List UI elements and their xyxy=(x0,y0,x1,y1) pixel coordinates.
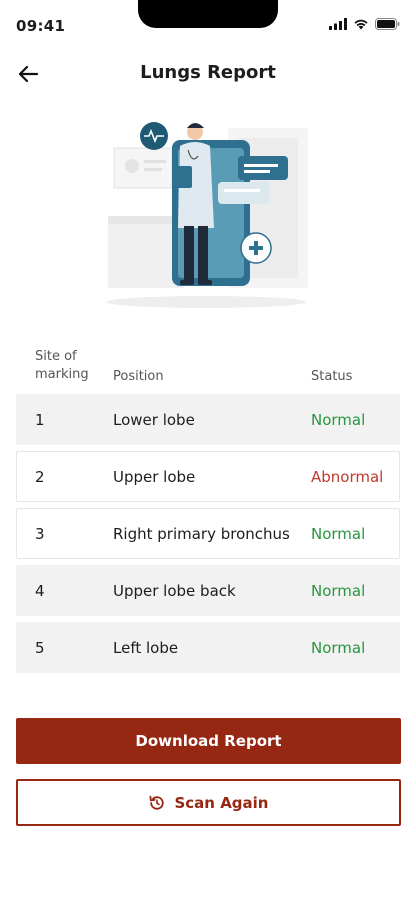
column-header-site: Site of marking xyxy=(35,349,89,382)
position-name: Upper lobe back xyxy=(113,582,236,600)
scan-again-label: Scan Again xyxy=(174,793,269,812)
status-time: 09:41 xyxy=(16,17,66,35)
page-title: Lungs Report xyxy=(140,62,276,83)
lungs-report-table: Site of marking Position Status 1 Lower … xyxy=(16,340,400,679)
table-row[interactable]: 4 Upper lobe back Normal xyxy=(16,565,400,616)
refresh-icon xyxy=(149,795,165,810)
status-value: Normal xyxy=(311,639,366,657)
position-name: Upper lobe xyxy=(113,468,196,486)
table-row[interactable]: 1 Lower lobe Normal xyxy=(16,394,400,445)
download-report-label: Download Report xyxy=(135,732,282,750)
column-header-position: Position xyxy=(113,369,164,384)
site-number: 1 xyxy=(35,411,45,429)
status-value: Abnormal xyxy=(311,468,384,486)
site-number: 2 xyxy=(35,468,45,486)
table-row[interactable]: 3 Right primary bronchus Normal xyxy=(16,508,400,559)
position-name: Right primary bronchus xyxy=(113,525,290,543)
status-value: Normal xyxy=(311,582,366,600)
status-value: Normal xyxy=(311,411,366,429)
wifi-icon xyxy=(354,19,368,30)
battery-icon xyxy=(375,18,400,30)
scan-again-button[interactable]: Scan Again xyxy=(16,779,401,826)
status-icons xyxy=(329,18,400,30)
table-row[interactable]: 2 Upper lobe Abnormal xyxy=(16,451,400,502)
doctor-illustration xyxy=(100,116,316,312)
download-report-button[interactable]: Download Report xyxy=(16,718,401,764)
site-number: 5 xyxy=(35,639,45,657)
cellular-signal-icon xyxy=(329,18,347,30)
position-name: Left lobe xyxy=(113,639,179,657)
table-header: Site of marking Position Status xyxy=(16,340,400,394)
status-bar: 09:41 xyxy=(0,0,416,52)
position-name: Lower lobe xyxy=(113,411,195,429)
device-notch xyxy=(138,0,278,28)
status-value: Normal xyxy=(311,525,366,543)
site-number: 3 xyxy=(35,525,45,543)
app-header: Lungs Report xyxy=(0,52,416,96)
site-number: 4 xyxy=(35,582,45,600)
table-row[interactable]: 5 Left lobe Normal xyxy=(16,622,400,673)
column-header-status: Status xyxy=(311,369,353,384)
